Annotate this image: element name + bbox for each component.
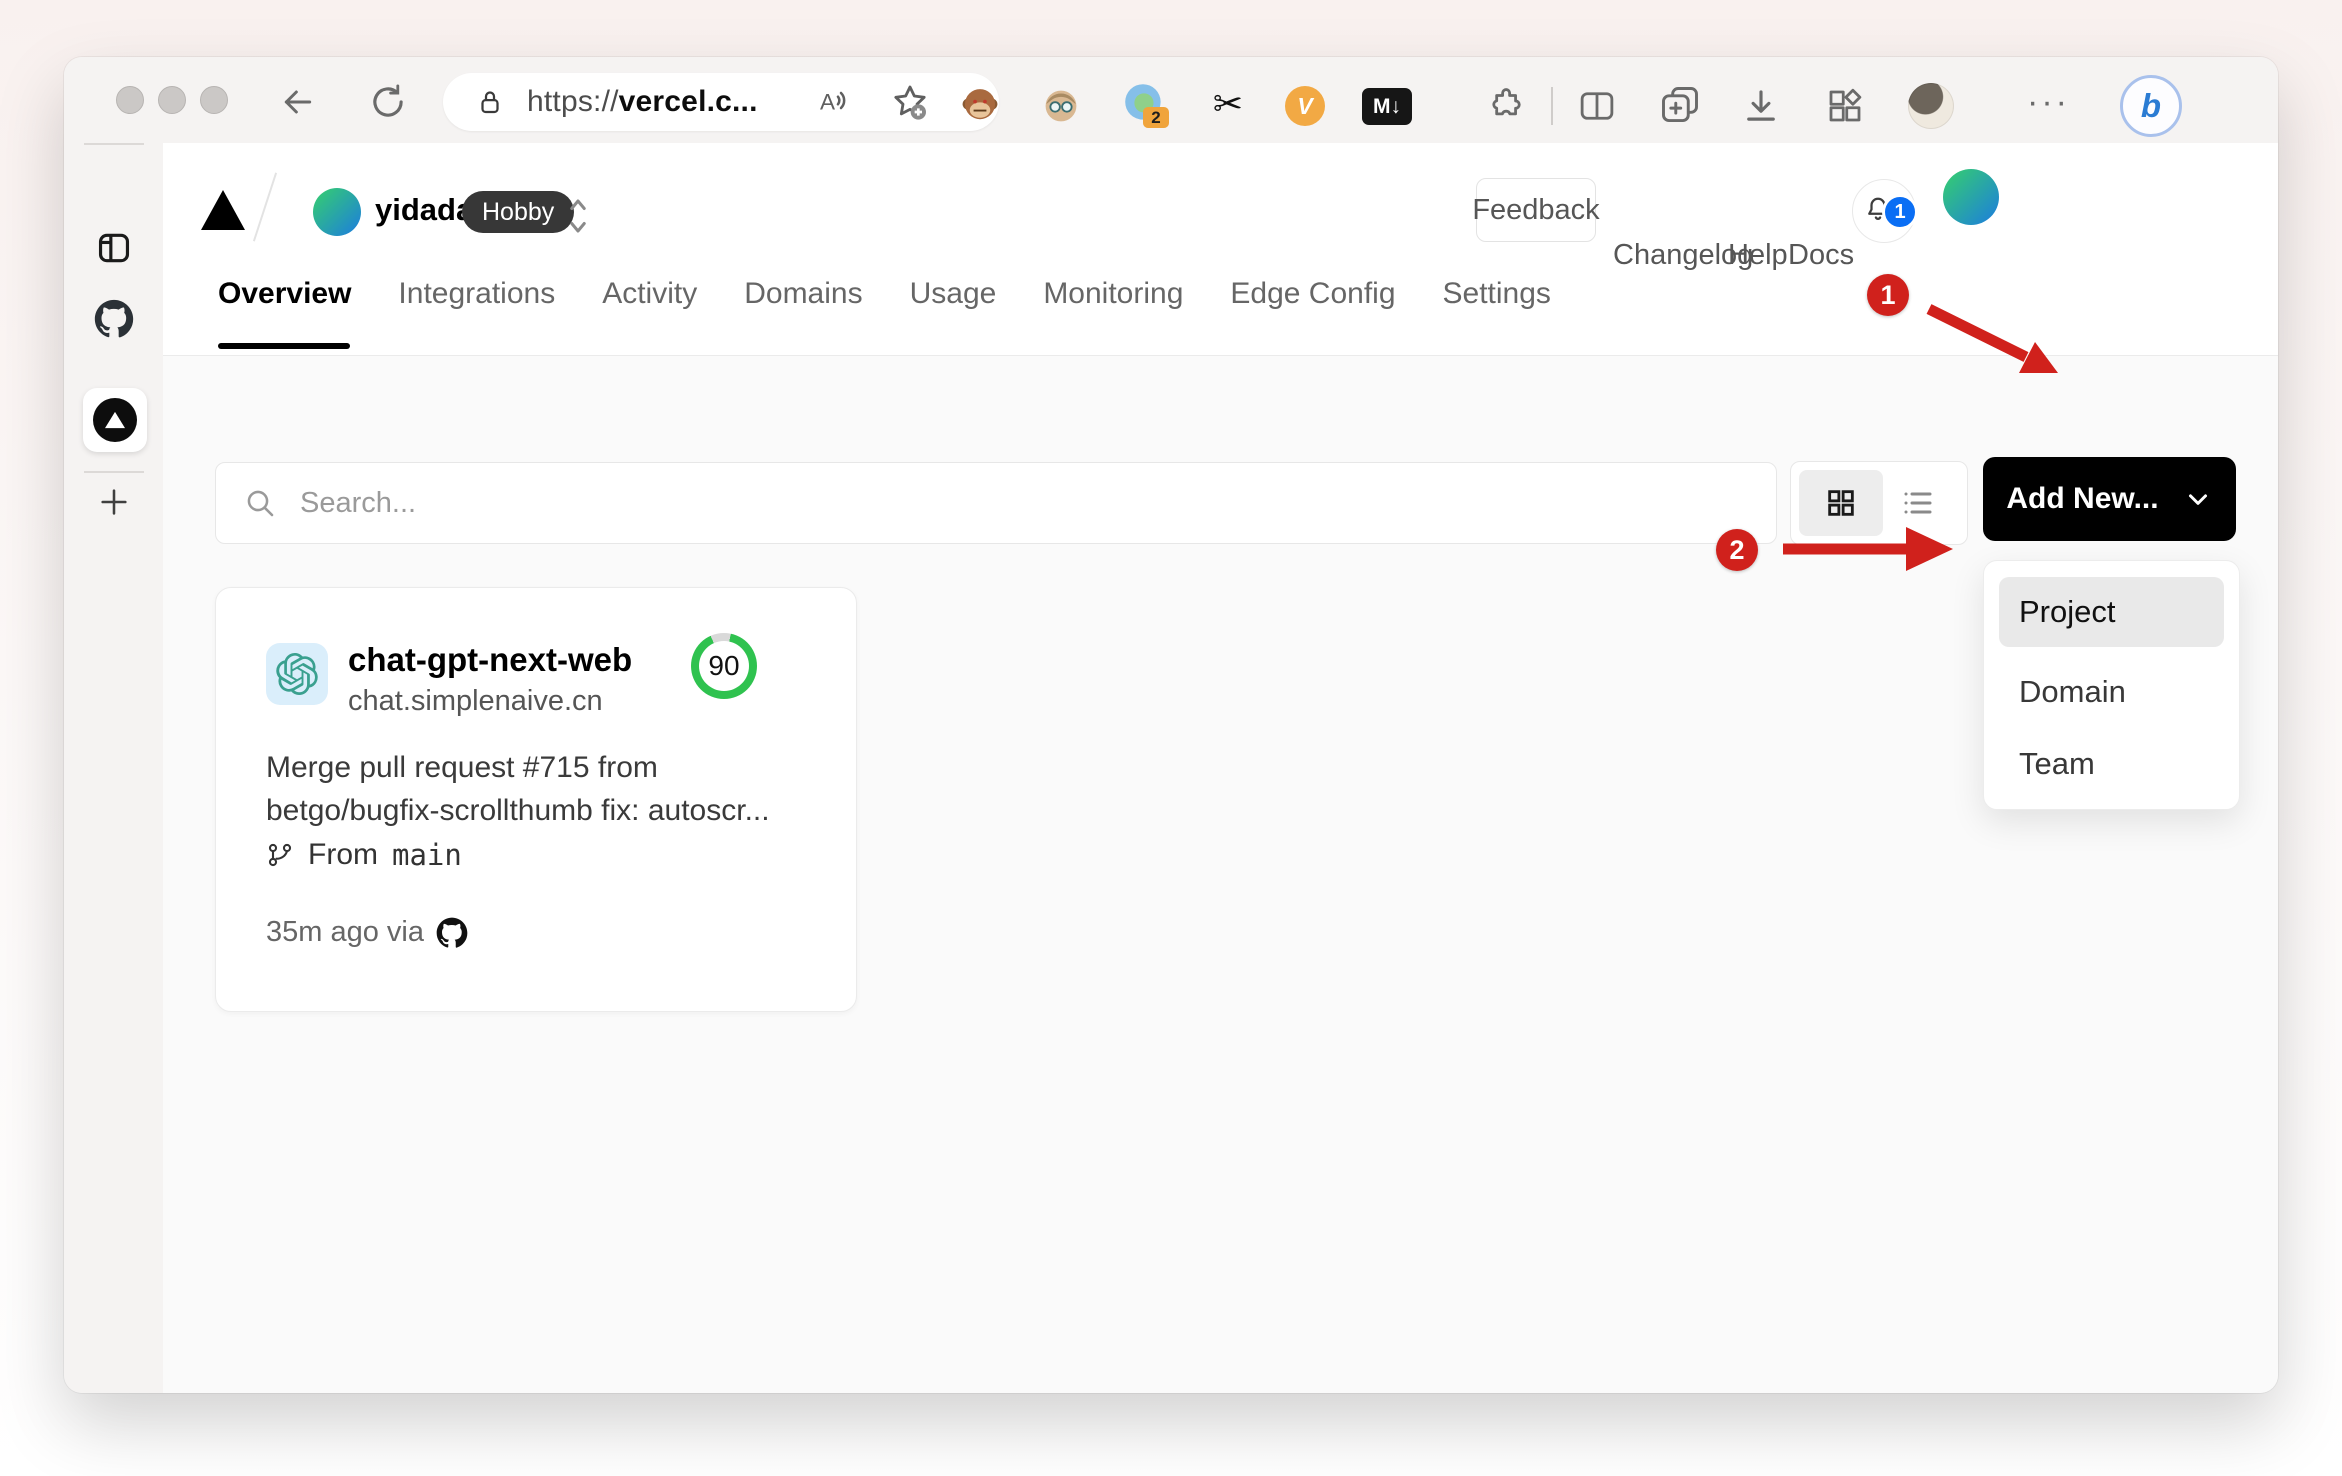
toolbar-divider <box>1551 87 1553 125</box>
plan-badge: Hobby <box>462 191 575 233</box>
help-link[interactable]: Help <box>1728 239 1788 272</box>
branch-row: From main <box>266 838 462 872</box>
monkey-extension-icon[interactable] <box>958 84 1002 128</box>
vercel-header: yidadaa Hobby Feedback Changelog Help Do… <box>163 143 2278 356</box>
tab-activity[interactable]: Activity <box>602 277 697 311</box>
breadcrumb-slash <box>252 172 278 242</box>
search-icon <box>247 490 274 517</box>
grid-view-icon <box>1828 490 1854 516</box>
team-avatar[interactable] <box>313 188 361 236</box>
notification-count-badge: 1 <box>1882 194 1918 230</box>
project-card[interactable]: chat-gpt-next-web chat.simplenaive.cn 90… <box>215 587 857 1012</box>
score-value: 90 <box>708 650 740 681</box>
feedback-button[interactable]: Feedback <box>1472 178 1600 242</box>
chevron-down-icon <box>2188 494 2207 505</box>
traffic-light-zoom-button[interactable] <box>200 86 228 114</box>
extensions-puzzle-icon[interactable] <box>1486 85 1528 127</box>
favorite-star-icon[interactable] <box>890 82 930 122</box>
lock-icon <box>481 91 499 114</box>
url-text: https://vercel.c... <box>527 85 758 118</box>
tab-usage[interactable]: Usage <box>910 277 997 311</box>
browser-window: https://vercel.c... A 2 ✂ V M↓ ··· b yid… <box>64 57 2278 1393</box>
read-aloud-icon[interactable]: A <box>816 84 854 120</box>
back-icon[interactable] <box>278 82 318 122</box>
downloads-icon[interactable] <box>1740 85 1782 127</box>
git-branch-icon <box>268 843 292 867</box>
search-box[interactable] <box>215 462 1777 544</box>
browser-profile-avatar[interactable] <box>1908 83 1954 129</box>
commit-message[interactable]: Merge pull request #715 from betgo/bugfi… <box>266 746 806 832</box>
traffic-light-close-button[interactable] <box>116 86 144 114</box>
scissors-extension-icon[interactable]: ✂ <box>1205 81 1251 127</box>
team-switcher-icon[interactable] <box>563 192 593 240</box>
sidebar-divider-bottom <box>84 471 144 473</box>
openai-logo-icon <box>276 653 318 695</box>
deploy-meta: 35m ago via <box>266 916 468 949</box>
github-sidebar-icon[interactable] <box>94 299 134 339</box>
add-sidebar-item-icon[interactable] <box>97 485 131 519</box>
vercel-dashboard: yidadaa Hobby Feedback Changelog Help Do… <box>163 143 2278 1393</box>
svg-text:A: A <box>820 90 835 115</box>
more-options-icon[interactable]: ··· <box>2027 83 2070 122</box>
tab-settings[interactable]: Settings <box>1443 277 1551 311</box>
traffic-light-minimize-button[interactable] <box>158 86 186 114</box>
v-extension-icon[interactable]: V <box>1285 86 1325 126</box>
screenshot-stage: https://vercel.c... A 2 ✂ V M↓ ··· b yid… <box>0 0 2342 1476</box>
active-tab-underline <box>218 343 350 349</box>
docs-link[interactable]: Docs <box>1788 239 1854 272</box>
menu-item-domain[interactable]: Domain <box>1999 657 2224 727</box>
view-toggle <box>1790 461 1968 545</box>
edge-sidebar <box>64 143 164 1393</box>
project-name[interactable]: chat-gpt-next-web <box>348 641 632 679</box>
menu-item-project[interactable]: Project <box>1999 577 2224 647</box>
score-ring[interactable]: 90 <box>691 633 757 699</box>
split-screen-icon[interactable] <box>1576 85 1618 127</box>
list-view-icon <box>1904 492 1932 514</box>
branch-from-label: From <box>308 838 378 871</box>
github-icon <box>436 917 468 948</box>
collections-icon[interactable] <box>1658 83 1702 127</box>
nav-tabs: Overview Integrations Activity Domains U… <box>218 277 1551 311</box>
vercel-logo[interactable] <box>200 189 246 231</box>
menu-item-team[interactable]: Team <box>1999 729 2224 799</box>
vercel-sidebar-icon <box>93 398 137 442</box>
project-icon <box>266 643 328 705</box>
grid-view-button[interactable] <box>1799 470 1883 536</box>
search-input[interactable] <box>298 485 1702 521</box>
browser-toolbar: https://vercel.c... A 2 ✂ V M↓ ··· b <box>64 57 2278 143</box>
tab-manager-badge: 2 <box>1143 107 1169 128</box>
sidebar-divider-top <box>84 143 144 145</box>
add-new-dropdown: Project Domain Team <box>1983 560 2240 810</box>
add-new-button[interactable]: Add New... <box>1983 457 2236 541</box>
tab-monitoring[interactable]: Monitoring <box>1043 277 1183 311</box>
user-avatar[interactable] <box>1943 169 1999 225</box>
tab-overview[interactable]: Overview <box>218 277 351 311</box>
markdown-extension-icon[interactable]: M↓ <box>1362 88 1412 125</box>
tab-integrations[interactable]: Integrations <box>398 277 555 311</box>
vercel-sidebar-tab[interactable] <box>83 388 147 452</box>
tab-domains[interactable]: Domains <box>744 277 862 311</box>
reload-icon[interactable] <box>367 81 409 123</box>
branch-name: main <box>392 838 462 872</box>
apps-grid-icon[interactable] <box>1824 85 1866 127</box>
sidebar-toggle-icon[interactable] <box>95 229 133 267</box>
address-bar[interactable]: https://vercel.c... A <box>443 73 999 131</box>
bing-chat-icon[interactable]: b <box>2120 75 2182 137</box>
list-view-button[interactable] <box>1883 470 1953 536</box>
project-domain[interactable]: chat.simplenaive.cn <box>348 685 603 718</box>
tab-edge-config[interactable]: Edge Config <box>1230 277 1395 311</box>
avatar-extension-icon[interactable] <box>1039 84 1083 128</box>
